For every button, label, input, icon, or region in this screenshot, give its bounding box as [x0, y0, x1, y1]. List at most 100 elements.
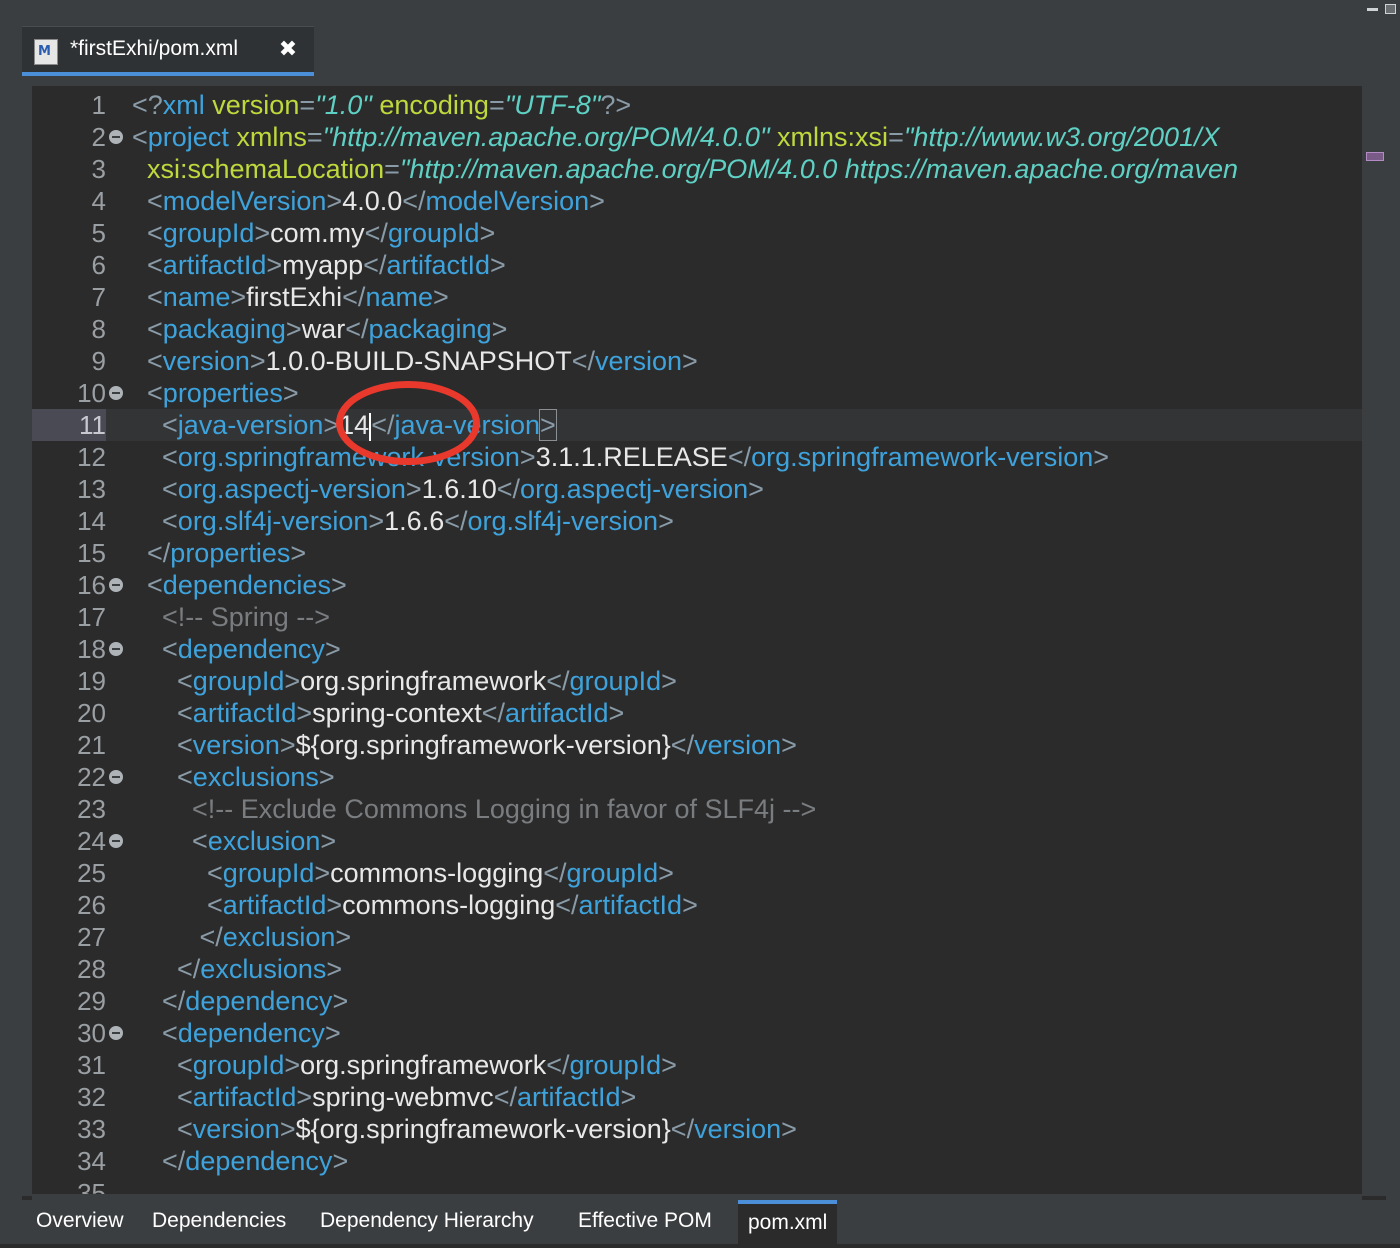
- xml-tag-name: groupId: [222, 858, 315, 888]
- code-line[interactable]: 25 <groupId>commons-logging</groupId>: [32, 857, 1362, 889]
- code-text: <exclusions>: [132, 761, 335, 793]
- line-number: 32: [77, 1082, 106, 1112]
- code-line[interactable]: 11 <java-version>14</java-version>: [32, 409, 1362, 441]
- xml-text: [132, 154, 147, 184]
- code-line[interactable]: 14 <org.slf4j-version>1.6.6</org.slf4j-v…: [32, 505, 1362, 537]
- code-line[interactable]: 33 <version>${org.springframework-versio…: [32, 1113, 1362, 1145]
- xml-text: [132, 1082, 177, 1112]
- xml-tag-name: properties: [162, 378, 283, 408]
- xml-bracket: <: [162, 506, 178, 536]
- code-line[interactable]: 1 <?xml version="1.0" encoding="UTF-8"?>: [32, 89, 1362, 121]
- xml-bracket: </: [342, 282, 366, 312]
- code-line[interactable]: 32 <artifactId>spring-webmvc</artifactId…: [32, 1081, 1362, 1113]
- code-line[interactable]: 15 </properties>: [32, 537, 1362, 569]
- code-line[interactable]: 9 <version>1.0.0-BUILD-SNAPSHOT</version…: [32, 345, 1362, 377]
- xml-bracket: <: [192, 826, 208, 856]
- xml-bracket: <: [162, 410, 178, 440]
- xml-tag-name: project: [147, 122, 229, 152]
- code-line[interactable]: 12 <org.springframework-version>3.1.1.RE…: [32, 441, 1362, 473]
- code-line[interactable]: 16 <dependencies>: [32, 569, 1362, 601]
- overview-ruler-marker[interactable]: [1366, 152, 1384, 161]
- minimize-icon[interactable]: [1367, 8, 1378, 11]
- xml-tag-name: name: [162, 282, 231, 312]
- xml-text: [132, 282, 147, 312]
- close-icon[interactable]: ✖: [276, 38, 300, 62]
- xml-text: [132, 250, 147, 280]
- line-number: 34: [77, 1146, 106, 1176]
- code-editor[interactable]: 1 <?xml version="1.0" encoding="UTF-8"?> 2…: [32, 86, 1362, 1194]
- xml-bracket: </: [670, 1114, 695, 1144]
- code-line[interactable]: 4 <modelVersion>4.0.0</modelVersion>: [32, 185, 1362, 217]
- code-line[interactable]: 26 <artifactId>commons-logging</artifact…: [32, 889, 1362, 921]
- xml-bracket: >: [320, 826, 337, 856]
- code-line[interactable]: 17 <!-- Spring -->: [32, 601, 1362, 633]
- window-top-bar: [0, 0, 1400, 26]
- code-line[interactable]: 10 <properties>: [32, 377, 1362, 409]
- xml-text: spring-context: [312, 698, 482, 728]
- fold-collapse-icon[interactable]: [109, 642, 123, 656]
- fold-collapse-icon[interactable]: [109, 770, 123, 784]
- code-line[interactable]: 24 <exclusion>: [32, 825, 1362, 857]
- code-line[interactable]: 31 <groupId>org.springframework</groupId…: [32, 1049, 1362, 1081]
- code-line[interactable]: 30 <dependency>: [32, 1017, 1362, 1049]
- code-line[interactable]: 6 <artifactId>myapp</artifactId>: [32, 249, 1362, 281]
- xml-attribute-value: "UTF-8": [504, 90, 601, 120]
- tab-pom-xml[interactable]: pom.xml: [738, 1200, 838, 1248]
- xml-tag-name: groupId: [162, 218, 255, 248]
- code-text: <project xmlns="http://maven.apache.org/…: [132, 121, 1220, 153]
- matching-bracket: >: [539, 409, 557, 441]
- code-line[interactable]: 8 <packaging>war</packaging>: [32, 313, 1362, 345]
- line-number: 13: [77, 474, 106, 504]
- code-line[interactable]: 19 <groupId>org.springframework</groupId…: [32, 665, 1362, 697]
- line-number: 17: [77, 602, 106, 632]
- code-line[interactable]: 22 <exclusions>: [32, 761, 1362, 793]
- code-line[interactable]: 2 <project xmlns="http://maven.apache.org…: [32, 121, 1362, 153]
- fold-collapse-icon[interactable]: [109, 834, 123, 848]
- fold-collapse-icon[interactable]: [109, 386, 123, 400]
- pom-editor-page-tabs: Overview Dependencies Dependency Hierarchy…: [22, 1200, 1400, 1248]
- line-number: 7: [91, 282, 106, 312]
- xml-text: [132, 314, 147, 344]
- code-line[interactable]: 23 <!-- Exclude Commons Logging in favor…: [32, 793, 1362, 825]
- code-text: <artifactId>spring-webmvc</artifactId>: [132, 1081, 636, 1113]
- fold-collapse-icon[interactable]: [109, 578, 123, 592]
- code-line[interactable]: 21 <version>${org.springframework-versio…: [32, 729, 1362, 761]
- code-line[interactable]: 13 <org.aspectj-version>1.6.10</org.aspe…: [32, 473, 1362, 505]
- xml-bracket: <: [207, 890, 223, 920]
- code-text: <properties>: [132, 377, 299, 409]
- fold-collapse-icon[interactable]: [109, 1026, 123, 1040]
- xml-bracket: >: [405, 474, 422, 504]
- code-line[interactable]: 18 <dependency>: [32, 633, 1362, 665]
- xml-bracket: >: [282, 378, 299, 408]
- line-number: 18: [77, 634, 106, 664]
- code-line[interactable]: 29 </dependency>: [32, 985, 1362, 1017]
- xml-text: [132, 1050, 177, 1080]
- fold-collapse-icon[interactable]: [109, 130, 123, 144]
- xml-text: firstExhi: [246, 282, 343, 312]
- tab-effective-pom[interactable]: Effective POM: [578, 1200, 712, 1244]
- code-line[interactable]: 35: [32, 1177, 1362, 1194]
- xml-bracket: >: [330, 570, 347, 600]
- xml-text: 1.0.0-BUILD-SNAPSHOT: [265, 346, 572, 376]
- code-line[interactable]: 5 <groupId>com.my</groupId>: [32, 217, 1362, 249]
- code-line[interactable]: 28 </exclusions>: [32, 953, 1362, 985]
- line-number: 22: [77, 762, 106, 792]
- xml-bracket: <: [177, 666, 193, 696]
- xml-tag-name: artifactId: [578, 890, 683, 920]
- editor-tab-pom[interactable]: M *firstExhi/pom.xml ✖: [22, 26, 314, 77]
- xml-text: [132, 570, 147, 600]
- code-line[interactable]: 7 <name>firstExhi</name>: [32, 281, 1362, 313]
- tab-dependency-hierarchy[interactable]: Dependency Hierarchy: [320, 1200, 534, 1244]
- maximize-icon[interactable]: [1385, 4, 1396, 14]
- tab-overview[interactable]: Overview: [36, 1200, 124, 1244]
- line-number: 25: [77, 858, 106, 888]
- code-text: <dependency>: [132, 1017, 341, 1049]
- tab-dependencies[interactable]: Dependencies: [152, 1200, 286, 1244]
- xml-tag-name: exclusions: [200, 954, 327, 984]
- code-line[interactable]: 34 </dependency>: [32, 1145, 1362, 1177]
- xml-text: [132, 762, 177, 792]
- xml-text: 4.0.0: [342, 186, 403, 216]
- code-line[interactable]: 27 </exclusion>: [32, 921, 1362, 953]
- code-line[interactable]: 20 <artifactId>spring-context</artifactI…: [32, 697, 1362, 729]
- code-line[interactable]: 3 xsi:schemaLocation="http://maven.apach…: [32, 153, 1362, 185]
